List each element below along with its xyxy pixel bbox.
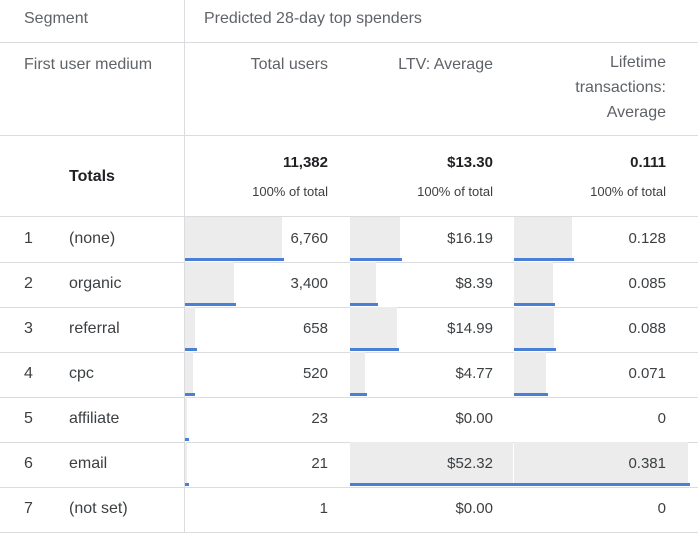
bar-line-total-users (185, 393, 195, 396)
column-header-lifetime-transactions-line1[interactable]: Lifetime (610, 53, 666, 73)
row-medium[interactable]: cpc (69, 365, 94, 383)
bar-ltv-average (350, 262, 376, 303)
totals-lifetime-transactions-pct: 100% of total (590, 184, 666, 199)
cell-ltv-average: $0.00 (455, 500, 493, 517)
bar-lifetime-transactions (514, 217, 572, 258)
cell-ltv-average: $0.00 (455, 410, 493, 427)
cell-ltv-average: $8.39 (455, 275, 493, 292)
totals-ltv-average: $13.30 (447, 154, 493, 171)
column-header-lifetime-transactions-line2[interactable]: transactions: (575, 78, 666, 98)
cell-total-users: 23 (311, 410, 328, 427)
cell-ltv-average: $16.19 (447, 230, 493, 247)
bar-line-lifetime-transactions (514, 258, 574, 261)
totals-label: Totals (69, 168, 115, 185)
bar-total-users (185, 262, 234, 303)
bar-lifetime-transactions (514, 352, 546, 393)
bar-line-ltv-average (350, 303, 378, 306)
row-medium[interactable]: affiliate (69, 410, 119, 428)
row-medium[interactable]: (none) (69, 230, 115, 248)
cell-lifetime-transactions: 0 (657, 410, 666, 427)
bar-ltv-average (350, 217, 400, 258)
totals-total-users-pct: 100% of total (252, 184, 328, 199)
cell-ltv-average: $14.99 (447, 320, 493, 337)
bar-line-lifetime-transactions (514, 393, 548, 396)
bar-line-total-users (185, 303, 236, 306)
bar-line-ltv-average (350, 258, 402, 261)
divider (0, 42, 698, 43)
cell-total-users: 21 (311, 455, 328, 472)
bar-lifetime-transactions (514, 262, 553, 303)
row-medium[interactable]: email (69, 455, 107, 473)
divider (0, 135, 698, 136)
row-number: 3 (24, 320, 33, 337)
row-number: 5 (24, 410, 33, 427)
bar-line-lifetime-transactions (514, 348, 556, 351)
bar-total-users (185, 307, 195, 348)
bar-line-ltv-average (350, 483, 515, 486)
dimension-header[interactable]: First user medium (24, 55, 152, 75)
column-header-total-users[interactable]: Total users (251, 55, 328, 75)
bar-line-total-users (185, 348, 197, 351)
cell-lifetime-transactions: 0.128 (628, 230, 666, 247)
divider (0, 307, 698, 308)
totals-lifetime-transactions: 0.111 (630, 154, 666, 171)
cell-lifetime-transactions: 0.071 (628, 365, 666, 382)
bar-ltv-average (350, 352, 365, 393)
row-number: 2 (24, 275, 33, 292)
cell-ltv-average: $4.77 (455, 365, 493, 382)
segment-label: Segment (24, 10, 89, 27)
divider (0, 216, 698, 217)
cell-ltv-average: $52.32 (447, 455, 493, 472)
bar-line-total-users (185, 483, 189, 486)
cell-total-users: 3,400 (290, 275, 328, 292)
divider (0, 262, 698, 263)
cell-total-users: 6,760 (290, 230, 328, 247)
totals-total-users: 11,382 (282, 154, 328, 171)
divider (0, 532, 698, 533)
bar-line-lifetime-transactions (514, 483, 690, 486)
column-header-lifetime-transactions-line3[interactable]: Average (607, 103, 666, 123)
divider (0, 397, 698, 398)
bar-total-users (185, 442, 187, 483)
bar-line-total-users (185, 438, 189, 441)
cell-lifetime-transactions: 0.088 (628, 320, 666, 337)
row-medium[interactable]: (not set) (69, 500, 128, 518)
row-number: 1 (24, 230, 33, 247)
bar-line-ltv-average (350, 348, 399, 351)
cell-total-users: 1 (319, 500, 328, 517)
bar-total-users (185, 352, 193, 393)
row-number: 6 (24, 455, 33, 472)
row-number: 7 (24, 500, 33, 517)
bar-line-total-users (185, 258, 284, 261)
bar-ltv-average (350, 307, 397, 348)
bar-total-users (185, 217, 282, 258)
row-medium[interactable]: referral (69, 320, 120, 338)
cell-total-users: 520 (302, 365, 328, 382)
data-table: Segment Predicted 28-day top spenders Fi… (0, 0, 698, 557)
bar-line-lifetime-transactions (514, 303, 555, 306)
cell-lifetime-transactions: 0.085 (628, 275, 666, 292)
cell-lifetime-transactions: 0 (657, 500, 666, 517)
cell-lifetime-transactions: 0.381 (628, 455, 666, 472)
cell-total-users: 658 (302, 320, 328, 337)
bar-line-ltv-average (350, 393, 367, 396)
divider (0, 352, 698, 353)
divider (0, 487, 698, 488)
segment-value[interactable]: Predicted 28-day top spenders (204, 9, 422, 29)
totals-ltv-average-pct: 100% of total (417, 184, 493, 199)
row-medium[interactable]: organic (69, 275, 121, 293)
column-header-ltv-average[interactable]: LTV: Average (398, 55, 493, 75)
bar-total-users (185, 397, 187, 438)
bar-lifetime-transactions (514, 307, 554, 348)
row-number: 4 (24, 365, 33, 382)
